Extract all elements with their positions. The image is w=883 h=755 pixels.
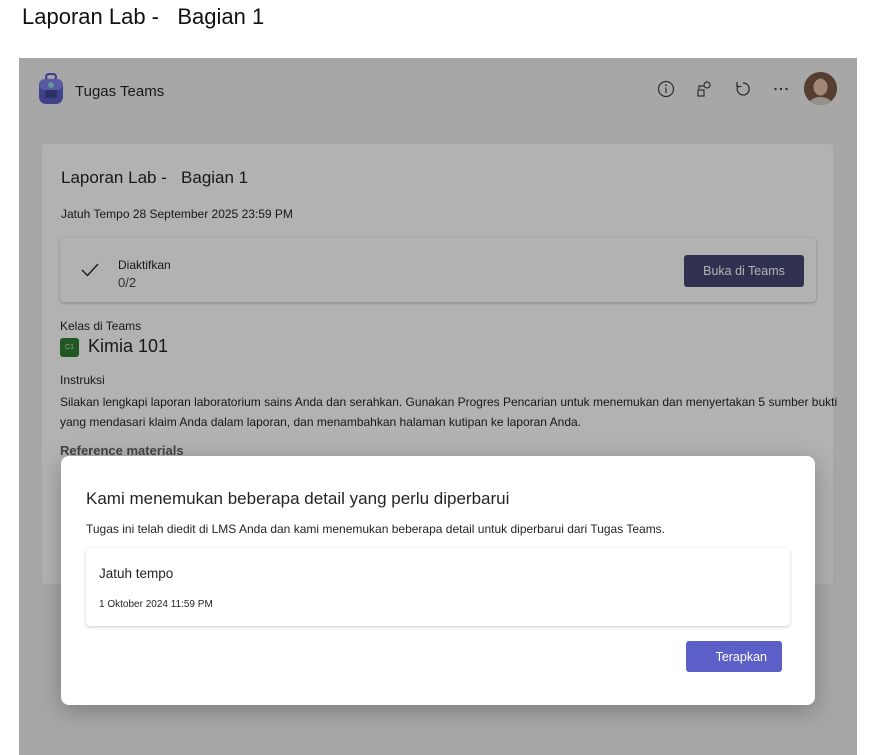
dialog-title: Kami menemukan beberapa detail yang perl… <box>86 489 510 508</box>
apply-button[interactable]: Terapkan <box>686 641 782 672</box>
detail-label: Jatuh tempo <box>99 566 174 581</box>
update-dialog: Kami menemukan beberapa detail yang perl… <box>61 456 815 705</box>
dialog-description: Tugas ini telah diedit di LMS Anda dan k… <box>86 522 666 536</box>
page-title: Laporan Lab - Bagian 1 <box>22 4 265 29</box>
detail-card: Jatuh tempo 1 Oktober 2024 11:59 PM <box>86 548 790 626</box>
detail-value: 1 Oktober 2024 11:59 PM <box>99 599 213 610</box>
